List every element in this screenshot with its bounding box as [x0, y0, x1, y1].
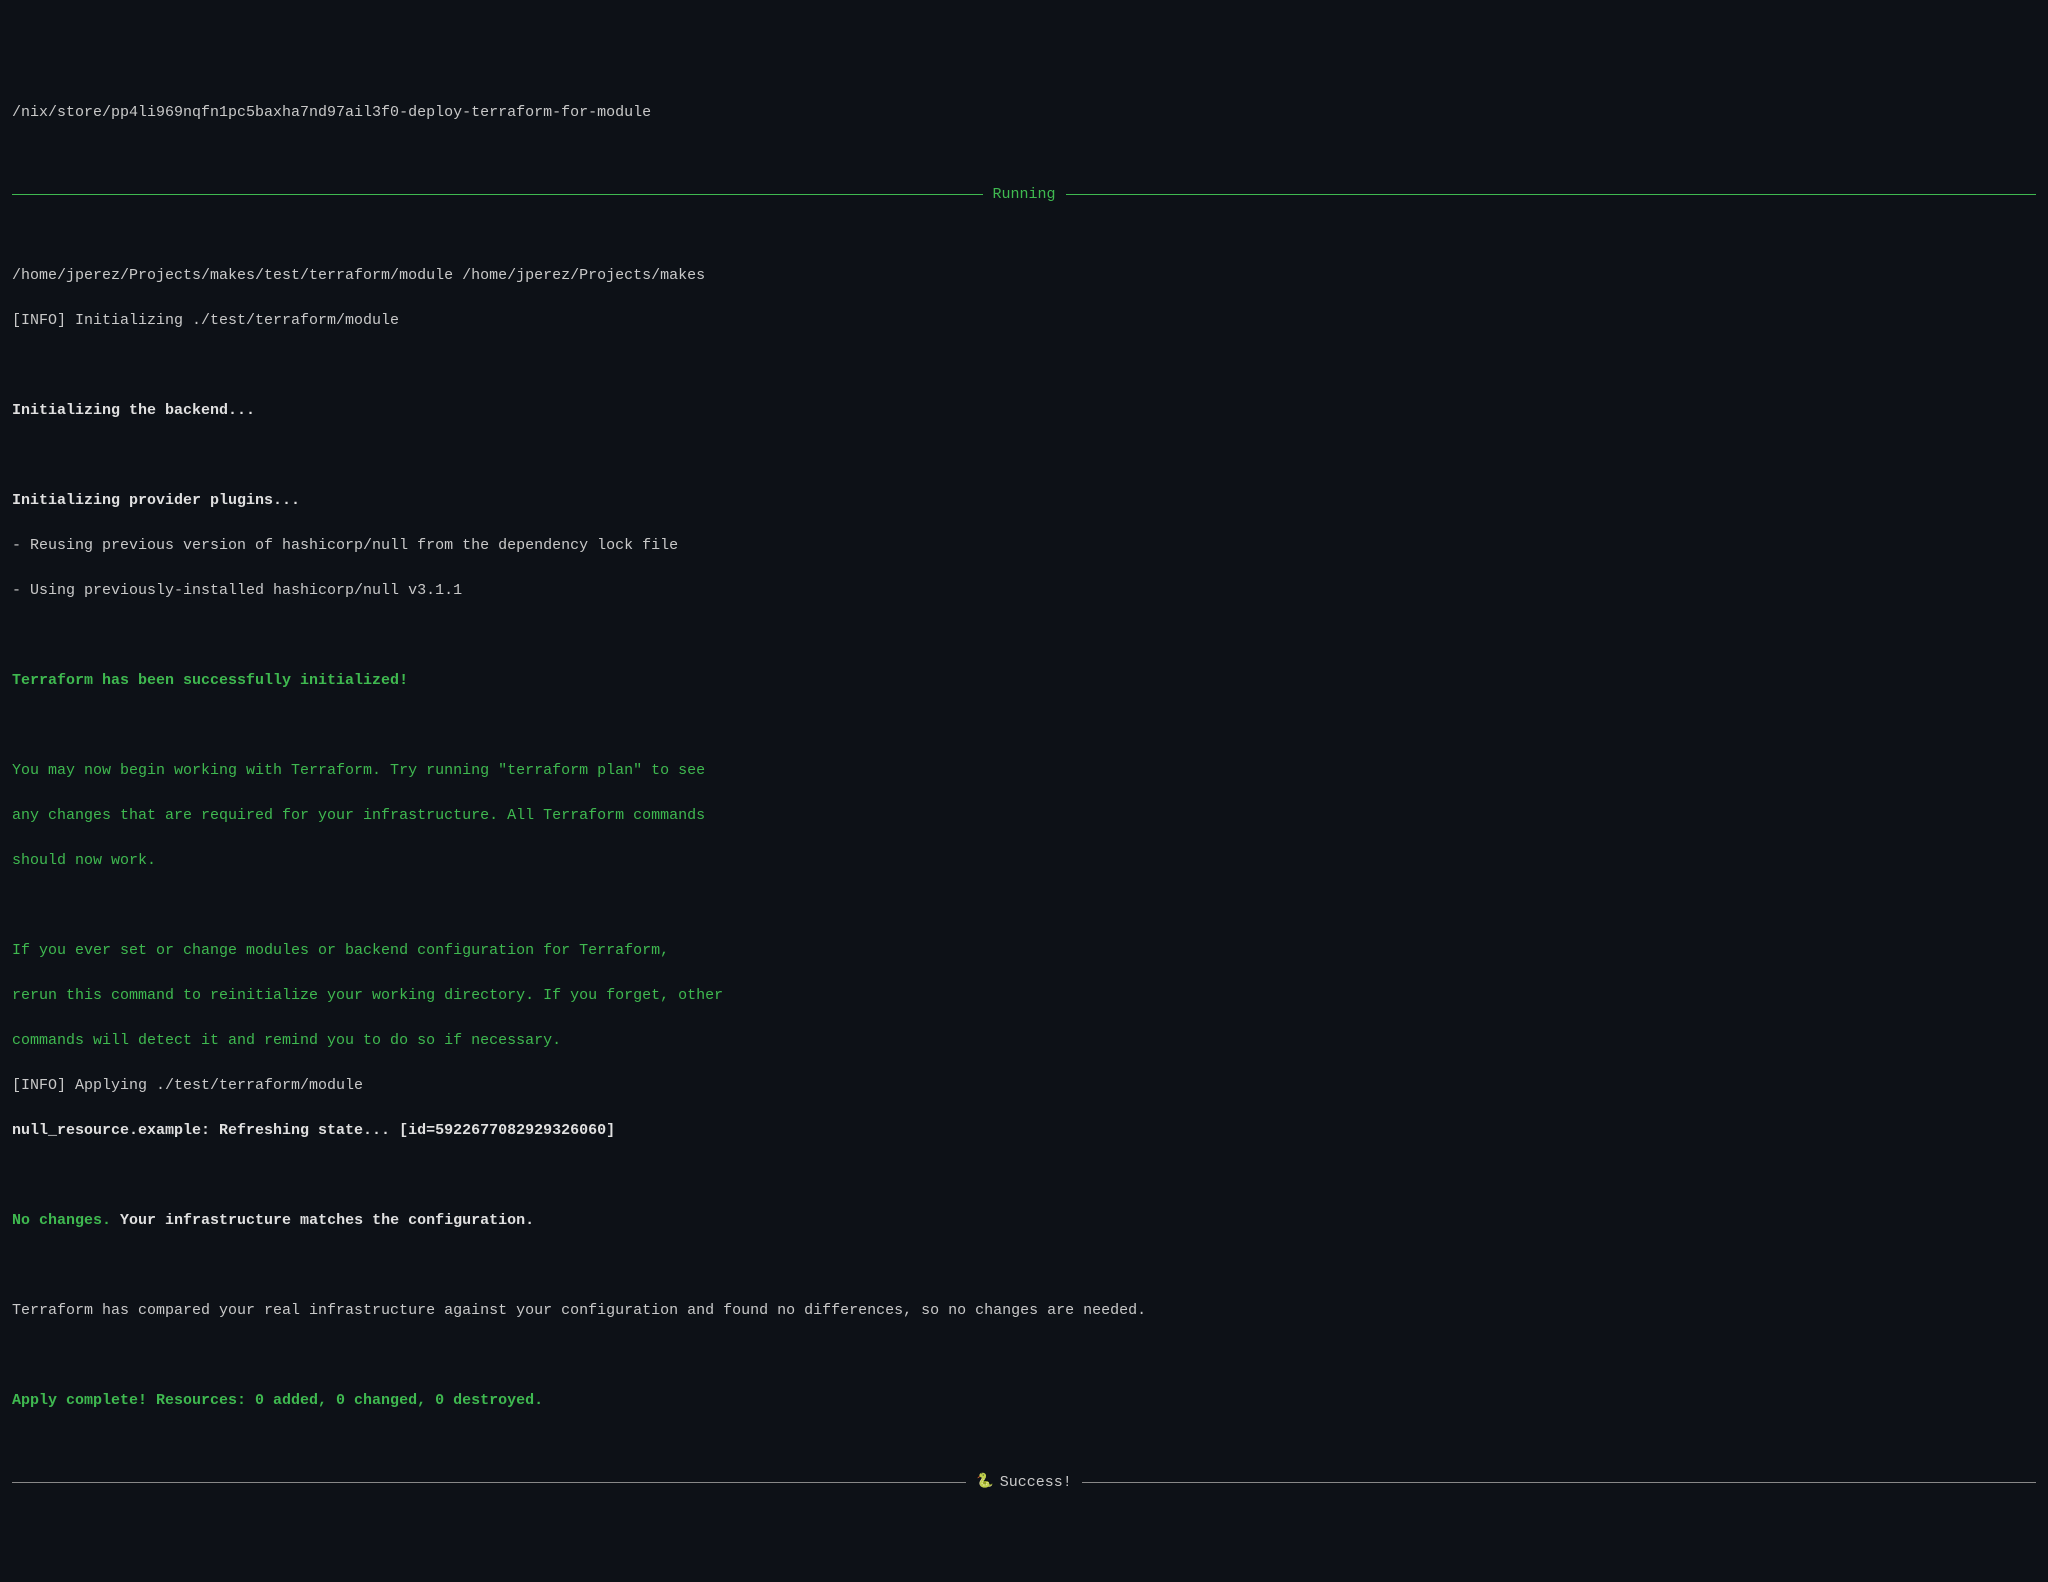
divider-line-left	[12, 1482, 966, 1483]
apply-complete-line: Apply complete! Resources: 0 added, 0 ch…	[12, 1390, 2036, 1413]
terminal-line-green: commands will detect it and remind you t…	[12, 1030, 2036, 1053]
terminal-line-bold: Initializing the backend...	[12, 400, 2036, 423]
terminal-line: Terraform has compared your real infrast…	[12, 1300, 2036, 1323]
nix-store-path: /nix/store/pp4li969nqfn1pc5baxha7nd97ail…	[12, 102, 2036, 125]
terminal-line: /home/jperez/Projects/makes/test/terrafo…	[12, 265, 2036, 288]
terminal-line-green: any changes that are required for your i…	[12, 805, 2036, 828]
terminal-line: [INFO] Applying ./test/terraform/module	[12, 1075, 2036, 1098]
success-label-wrap: 🐍 Success!	[976, 1472, 1071, 1495]
running-label: Running	[993, 184, 1056, 207]
terminal-line-green: You may now begin working with Terraform…	[12, 760, 2036, 783]
terminal-line-bold: Initializing provider plugins...	[12, 490, 2036, 513]
snake-icon: 🐍	[976, 1472, 993, 1493]
success-divider: 🐍 Success!	[12, 1472, 2036, 1495]
terminal-line-green: rerun this command to reinitialize your …	[12, 985, 2036, 1008]
terminal-line: [INFO] Initializing ./test/terraform/mod…	[12, 310, 2036, 333]
terraform-init-success: Terraform has been successfully initiali…	[12, 670, 2036, 693]
divider-line-right	[1066, 194, 2037, 195]
no-changes-line: No changes. Your infrastructure matches …	[12, 1210, 2036, 1233]
refreshing-state-line: null_resource.example: Refreshing state.…	[12, 1120, 2036, 1143]
divider-line-left	[12, 194, 983, 195]
terminal-line: - Reusing previous version of hashicorp/…	[12, 535, 2036, 558]
running-divider: Running	[12, 184, 2036, 207]
success-label: Success!	[1000, 1472, 1072, 1495]
terminal-line-green: If you ever set or change modules or bac…	[12, 940, 2036, 963]
no-changes-suffix: Your infrastructure matches the configur…	[111, 1212, 534, 1229]
no-changes-prefix: No changes.	[12, 1212, 111, 1229]
divider-line-right	[1082, 1482, 2036, 1483]
terminal-line: - Using previously-installed hashicorp/n…	[12, 580, 2036, 603]
terminal-line-green: should now work.	[12, 850, 2036, 873]
